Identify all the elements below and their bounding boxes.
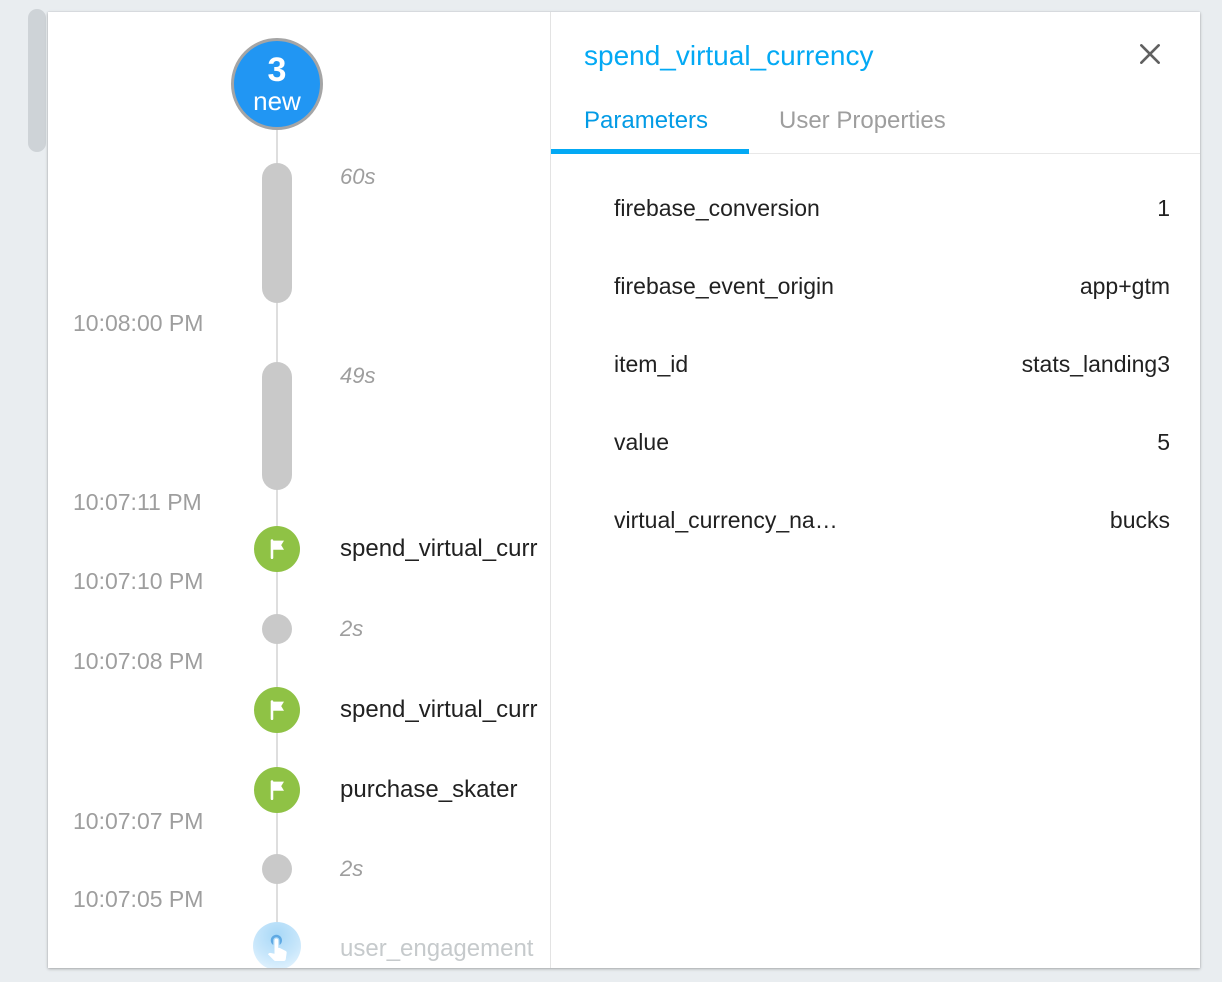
parameter-key: item_id	[614, 351, 688, 378]
timestamp: 10:07:07 PM	[73, 807, 203, 835]
scrollbar-thumb[interactable]	[28, 9, 46, 152]
parameter-key: value	[614, 429, 669, 456]
event-name[interactable]: user_engagement	[340, 934, 533, 964]
event-name[interactable]: spend_virtual_curr	[340, 695, 537, 725]
tab-user-properties[interactable]: User Properties	[779, 106, 946, 136]
parameter-row: firebase_event_origin app+gtm	[551, 247, 1200, 325]
timestamp: 10:08:00 PM	[73, 309, 203, 337]
new-events-label: new	[253, 87, 301, 115]
parameter-value: bucks	[1110, 507, 1170, 534]
event-name[interactable]: spend_virtual_curr	[340, 534, 537, 564]
tab-parameters[interactable]: Parameters	[584, 106, 708, 136]
duration-label: 2s	[340, 855, 363, 883]
gap-dot	[262, 854, 292, 884]
new-events-badge[interactable]: 3 new	[231, 38, 323, 130]
parameter-value: app+gtm	[1080, 273, 1170, 300]
flag-icon[interactable]	[254, 687, 300, 733]
parameter-value: 1	[1157, 195, 1170, 222]
timestamp: 10:07:10 PM	[73, 567, 203, 595]
close-icon[interactable]	[1137, 41, 1163, 67]
parameter-key: virtual_currency_na…	[614, 507, 838, 534]
parameter-row: item_id stats_landing3	[551, 325, 1200, 403]
flag-icon[interactable]	[254, 526, 300, 572]
parameter-key: firebase_conversion	[614, 195, 820, 222]
duration-bar	[262, 362, 292, 490]
parameter-key: firebase_event_origin	[614, 273, 834, 300]
duration-label: 49s	[340, 362, 375, 390]
parameter-value: 5	[1157, 429, 1170, 456]
parameter-row: virtual_currency_na… bucks	[551, 481, 1200, 559]
duration-label: 60s	[340, 163, 375, 191]
parameter-row: value 5	[551, 403, 1200, 481]
timestamp: 10:07:05 PM	[73, 885, 203, 913]
flag-icon[interactable]	[254, 767, 300, 813]
parameters-list: firebase_conversion 1 firebase_event_ori…	[551, 154, 1200, 559]
new-events-count: 3	[268, 53, 287, 87]
timestamp: 10:07:08 PM	[73, 647, 203, 675]
debug-view-card: 3 new 60s 10:08:00 PM 49s 10:07:11 PM sp…	[48, 12, 1200, 968]
event-detail-panel: spend_virtual_currency Parameters User P…	[551, 12, 1200, 968]
event-name[interactable]: purchase_skater	[340, 775, 517, 805]
parameter-value: stats_landing3	[1022, 351, 1170, 378]
event-timeline-panel: 3 new 60s 10:08:00 PM 49s 10:07:11 PM sp…	[48, 12, 551, 968]
parameter-row: firebase_conversion 1	[551, 169, 1200, 247]
timestamp: 10:07:11 PM	[73, 488, 202, 516]
event-detail-title: spend_virtual_currency	[584, 40, 874, 72]
duration-bar	[262, 163, 292, 303]
gap-dot	[262, 614, 292, 644]
duration-label: 2s	[340, 615, 363, 643]
touch-icon[interactable]	[253, 922, 301, 968]
